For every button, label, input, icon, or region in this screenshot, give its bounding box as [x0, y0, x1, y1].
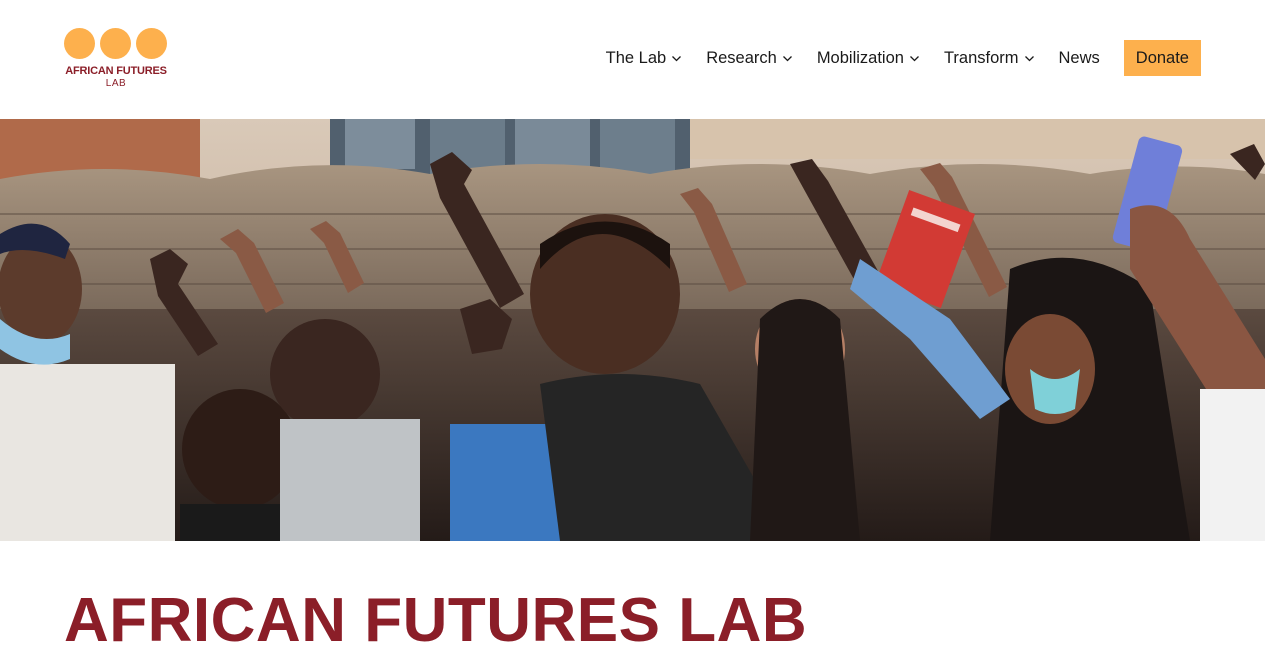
protest-crowd-photo-icon: [0, 119, 1265, 541]
site-header: AFRICAN FUTURES LAB The Lab Research Mob…: [0, 0, 1265, 119]
nav-item-news[interactable]: News: [1059, 49, 1100, 68]
chevron-down-icon: [909, 53, 920, 64]
nav-item-label: News: [1058, 48, 1100, 67]
nav-item-label: Research: [706, 48, 777, 67]
nav-item-label: The Lab: [605, 48, 667, 67]
hero-image: [0, 119, 1265, 541]
site-logo[interactable]: AFRICAN FUTURES LAB: [64, 28, 168, 92]
nav-item-the-lab[interactable]: The Lab: [606, 49, 683, 68]
nav-item-label: Transform: [943, 48, 1019, 67]
logo-dot: [136, 28, 167, 59]
chevron-down-icon: [1024, 53, 1035, 64]
logo-subtitle: LAB: [105, 78, 127, 89]
chevron-down-icon: [671, 53, 682, 64]
logo-dots-icon: [64, 28, 168, 60]
logo-dot: [100, 28, 131, 59]
chevron-down-icon: [782, 53, 793, 64]
donate-button[interactable]: Donate: [1123, 40, 1201, 76]
nav-item-transform[interactable]: Transform: [944, 49, 1035, 68]
nav-item-mobilization[interactable]: Mobilization: [817, 49, 920, 68]
logo-dot: [64, 28, 95, 59]
logo-name: AFRICAN FUTURES: [65, 65, 167, 77]
page-title: AFRICAN FUTURES LAB: [64, 586, 808, 655]
nav-item-research[interactable]: Research: [706, 49, 793, 68]
main-navigation: The Lab Research Mobilization Transform …: [606, 40, 1201, 76]
nav-item-label: Mobilization: [816, 48, 904, 67]
